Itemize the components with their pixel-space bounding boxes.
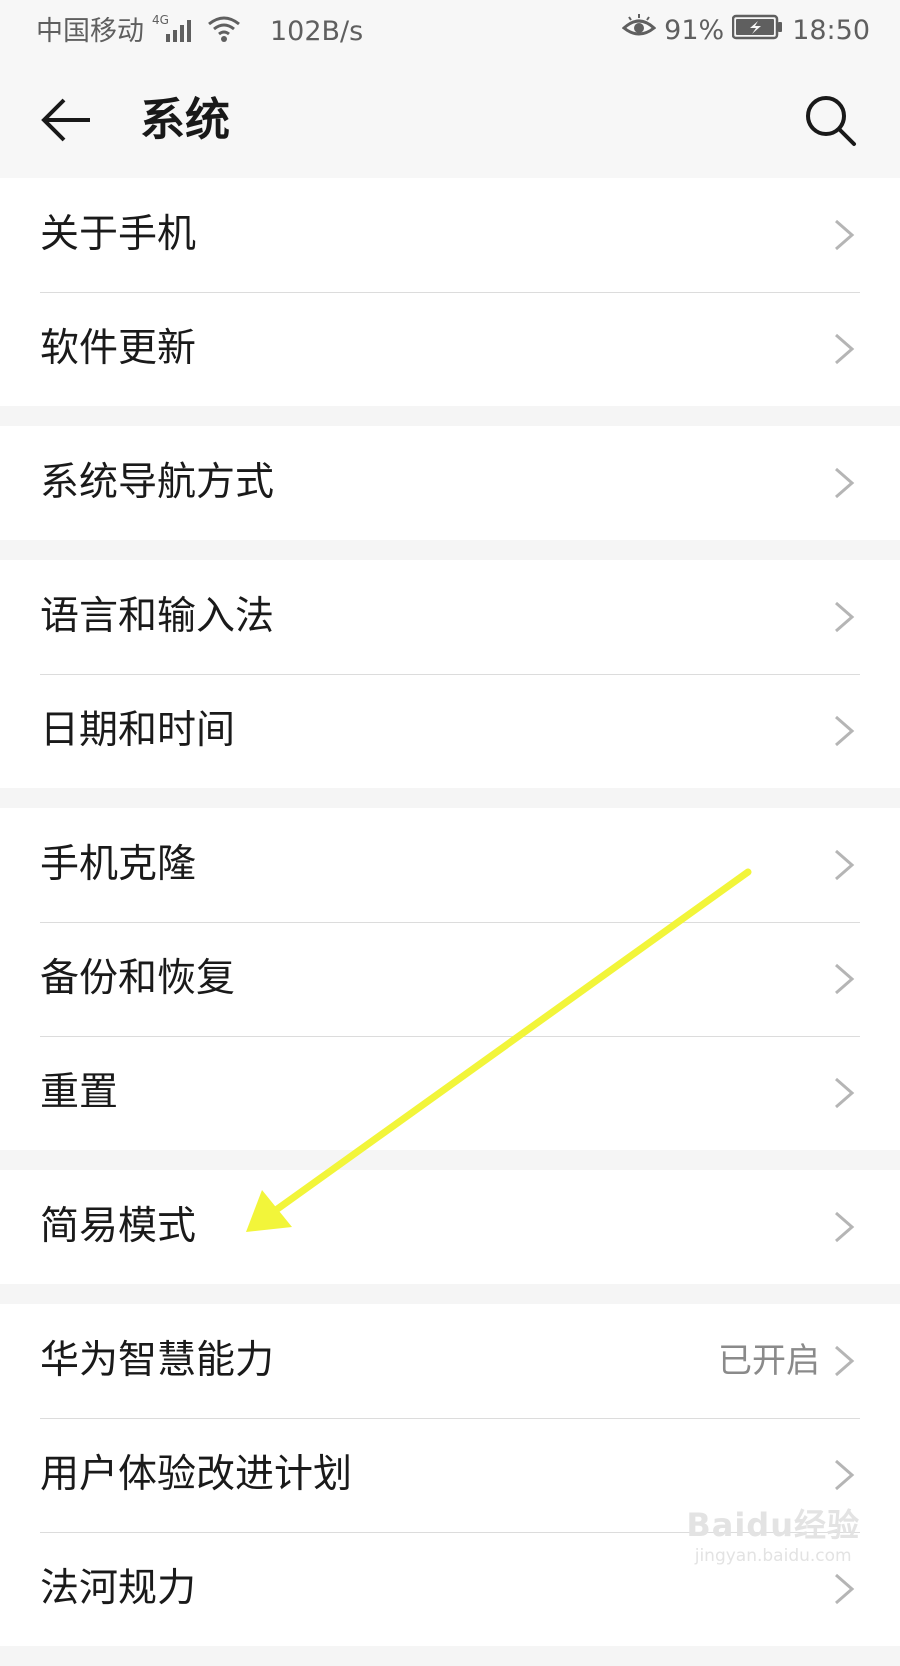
- item-label: 重置: [40, 1070, 119, 1115]
- settings-item-huawei-intelligence[interactable]: 华为智慧能力 已开启: [0, 1304, 900, 1418]
- item-label: 软件更新: [40, 326, 197, 371]
- wifi-icon: [206, 12, 242, 51]
- settings-item-phone-clone[interactable]: 手机克隆: [0, 808, 900, 922]
- chevron-right-icon: [835, 467, 855, 499]
- search-button[interactable]: [798, 88, 864, 154]
- watermark-url: jingyan.baidu.com: [694, 1546, 852, 1566]
- signal-icon: 4G: [152, 12, 198, 51]
- back-arrow-icon: [41, 98, 90, 142]
- settings-item-system-navigation[interactable]: 系统导航方式: [0, 426, 900, 540]
- settings-list: 关于手机 软件更新 系统导航方式 语言和输入法 日期和时间 手机克隆 备份和恢复: [0, 178, 900, 1666]
- item-label: 日期和时间: [40, 708, 236, 753]
- item-status-value: 已开启: [718, 1341, 820, 1381]
- chevron-right-icon: [835, 1459, 855, 1491]
- item-label: 简易模式: [40, 1204, 197, 1249]
- chevron-right-icon: [835, 715, 855, 747]
- watermark: Baidu经验 jingyan.baidu.com: [686, 1500, 860, 1566]
- watermark-logo: Baidu经验: [686, 1506, 860, 1544]
- status-bar: 中国移动 4G 102B/s 91% 18:50: [0, 0, 900, 62]
- network-type: 4G: [152, 13, 169, 27]
- battery-charging-icon: [731, 13, 784, 48]
- chevron-right-icon: [835, 333, 855, 365]
- settings-item-backup-restore[interactable]: 备份和恢复: [0, 922, 900, 1036]
- clock: 18:50: [792, 14, 870, 46]
- settings-item-language-input[interactable]: 语言和输入法: [0, 560, 900, 674]
- item-label: 法河规力: [40, 1566, 197, 1611]
- item-label: 用户体验改进计划: [40, 1452, 353, 1497]
- chevron-right-icon: [835, 1573, 855, 1605]
- network-speed: 102B/s: [270, 15, 364, 47]
- chevron-right-icon: [835, 1345, 855, 1377]
- back-button[interactable]: [34, 86, 102, 154]
- item-label: 备份和恢复: [40, 956, 236, 1001]
- settings-group-about: 关于手机 软件更新: [0, 178, 900, 406]
- item-label: 语言和输入法: [40, 594, 275, 639]
- chevron-right-icon: [835, 219, 855, 251]
- chevron-right-icon: [835, 1077, 855, 1109]
- settings-item-software-update[interactable]: 软件更新: [0, 292, 900, 406]
- page-title: 系统: [140, 93, 231, 146]
- settings-group-huawei: 华为智慧能力 已开启 用户体验改进计划 法河规力: [0, 1304, 900, 1646]
- eye-comfort-icon: [621, 12, 657, 49]
- carrier-name: 中国移动: [36, 15, 144, 47]
- app-bar: 系统: [0, 62, 900, 178]
- item-label: 华为智慧能力: [40, 1338, 275, 1383]
- settings-item-simple-mode[interactable]: 简易模式: [0, 1170, 900, 1284]
- chevron-right-icon: [835, 849, 855, 881]
- search-icon: [806, 96, 856, 146]
- settings-group-navigation: 系统导航方式: [0, 426, 900, 540]
- settings-group-language-time: 语言和输入法 日期和时间: [0, 560, 900, 788]
- chevron-right-icon: [835, 963, 855, 995]
- settings-item-about-phone[interactable]: 关于手机: [0, 178, 900, 292]
- battery-percent: 91%: [664, 14, 725, 46]
- chevron-right-icon: [835, 1211, 855, 1243]
- item-label: 系统导航方式: [40, 460, 275, 505]
- settings-group-simple-mode: 简易模式: [0, 1170, 900, 1284]
- settings-group-backup: 手机克隆 备份和恢复 重置: [0, 808, 900, 1150]
- chevron-right-icon: [835, 601, 855, 633]
- settings-item-date-time[interactable]: 日期和时间: [0, 674, 900, 788]
- item-label: 关于手机: [40, 212, 197, 257]
- item-label: 手机克隆: [40, 842, 197, 887]
- settings-item-reset[interactable]: 重置: [0, 1036, 900, 1150]
